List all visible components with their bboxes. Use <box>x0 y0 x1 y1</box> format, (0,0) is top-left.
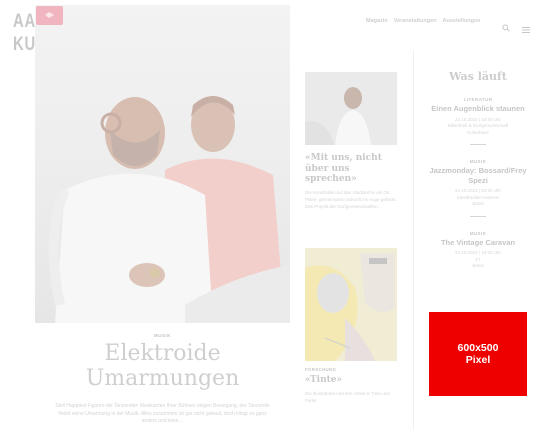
article-card[interactable]: FORSCHUNG «Tinte» Die Illustratorin und … <box>305 248 397 404</box>
article-card-image[interactable] <box>305 72 397 145</box>
events-heading: Was läuft <box>449 70 507 83</box>
hero-image[interactable] <box>35 5 290 323</box>
event-location: Kulturhaus <box>467 129 489 135</box>
logo-line-2: KU <box>13 34 36 55</box>
article-card-title[interactable]: «Mit uns, nicht über uns sprechen» <box>305 153 397 185</box>
logo-line-1: AA <box>13 11 36 32</box>
hero-title-line-2: Umarmungen <box>85 366 240 391</box>
hero-title[interactable]: Elektroide Umarmungen <box>35 341 290 391</box>
hero-category-badge <box>36 6 63 25</box>
hamburger-menu-icon[interactable] <box>522 20 530 38</box>
site-logo[interactable]: AA KU <box>13 10 36 56</box>
event-location: Basel <box>472 201 484 206</box>
event-separator <box>470 215 486 217</box>
events-sidebar: Was läuft LITERATUR Einen Augenblick sta… <box>426 70 530 270</box>
hero-kicker: MUSIK <box>154 333 171 338</box>
article-card-kicker: FORSCHUNG <box>305 367 337 372</box>
event-location: Basel <box>472 263 484 268</box>
event-category: LITERATUR <box>463 97 493 102</box>
ad-size-label: 600x500 <box>457 341 499 354</box>
nav-item-veranstaltungen[interactable]: Veranstaltungen <box>394 18 437 24</box>
article-card-image[interactable] <box>305 248 397 361</box>
main-nav: Magazin Veranstaltungen Ausstellungen <box>366 18 480 24</box>
article-card[interactable]: «Mit uns, nicht über uns sprechen» Die K… <box>305 72 397 210</box>
article-card-text: Die Kunsthalle und das Stadtarchiv als O… <box>305 189 397 209</box>
nav-item-ausstellungen[interactable]: Ausstellungen <box>443 18 481 24</box>
ad-unit-label: Pixel <box>465 354 491 366</box>
event-name[interactable]: Jazzmonday: Bossard/Frey Spezi <box>426 166 530 185</box>
hero-title-line-1: Elektroide <box>104 341 221 366</box>
search-icon[interactable] <box>502 19 510 37</box>
event-name[interactable]: The Vintage Caravan <box>426 238 530 248</box>
article-card-title[interactable]: «Tinte» <box>305 375 397 386</box>
event-separator <box>470 144 486 145</box>
event-category: MUSIK <box>469 230 487 236</box>
article-card-text: Die Illustratorin und ihre Arbeit in Tin… <box>305 390 390 403</box>
ad-placeholder[interactable]: 600x500 Pixel <box>429 312 527 396</box>
event-item[interactable]: MUSIK The Vintage Caravan 24.10.2023 | 1… <box>426 231 530 270</box>
event-category: MUSIK <box>469 159 487 164</box>
column-divider <box>413 50 414 430</box>
event-item[interactable]: MUSIK Jazzmonday: Bossard/Frey Spezi 24.… <box>426 159 530 217</box>
event-item[interactable]: LITERATUR Einen Augenblick staunen 22.10… <box>426 97 530 145</box>
hero-teaser: Stell Happiest Figuren die Tanzenden Mus… <box>55 403 270 424</box>
event-name[interactable]: Einen Augenblick staunen <box>426 104 530 114</box>
nav-item-magazin[interactable]: Magazin <box>366 18 388 24</box>
